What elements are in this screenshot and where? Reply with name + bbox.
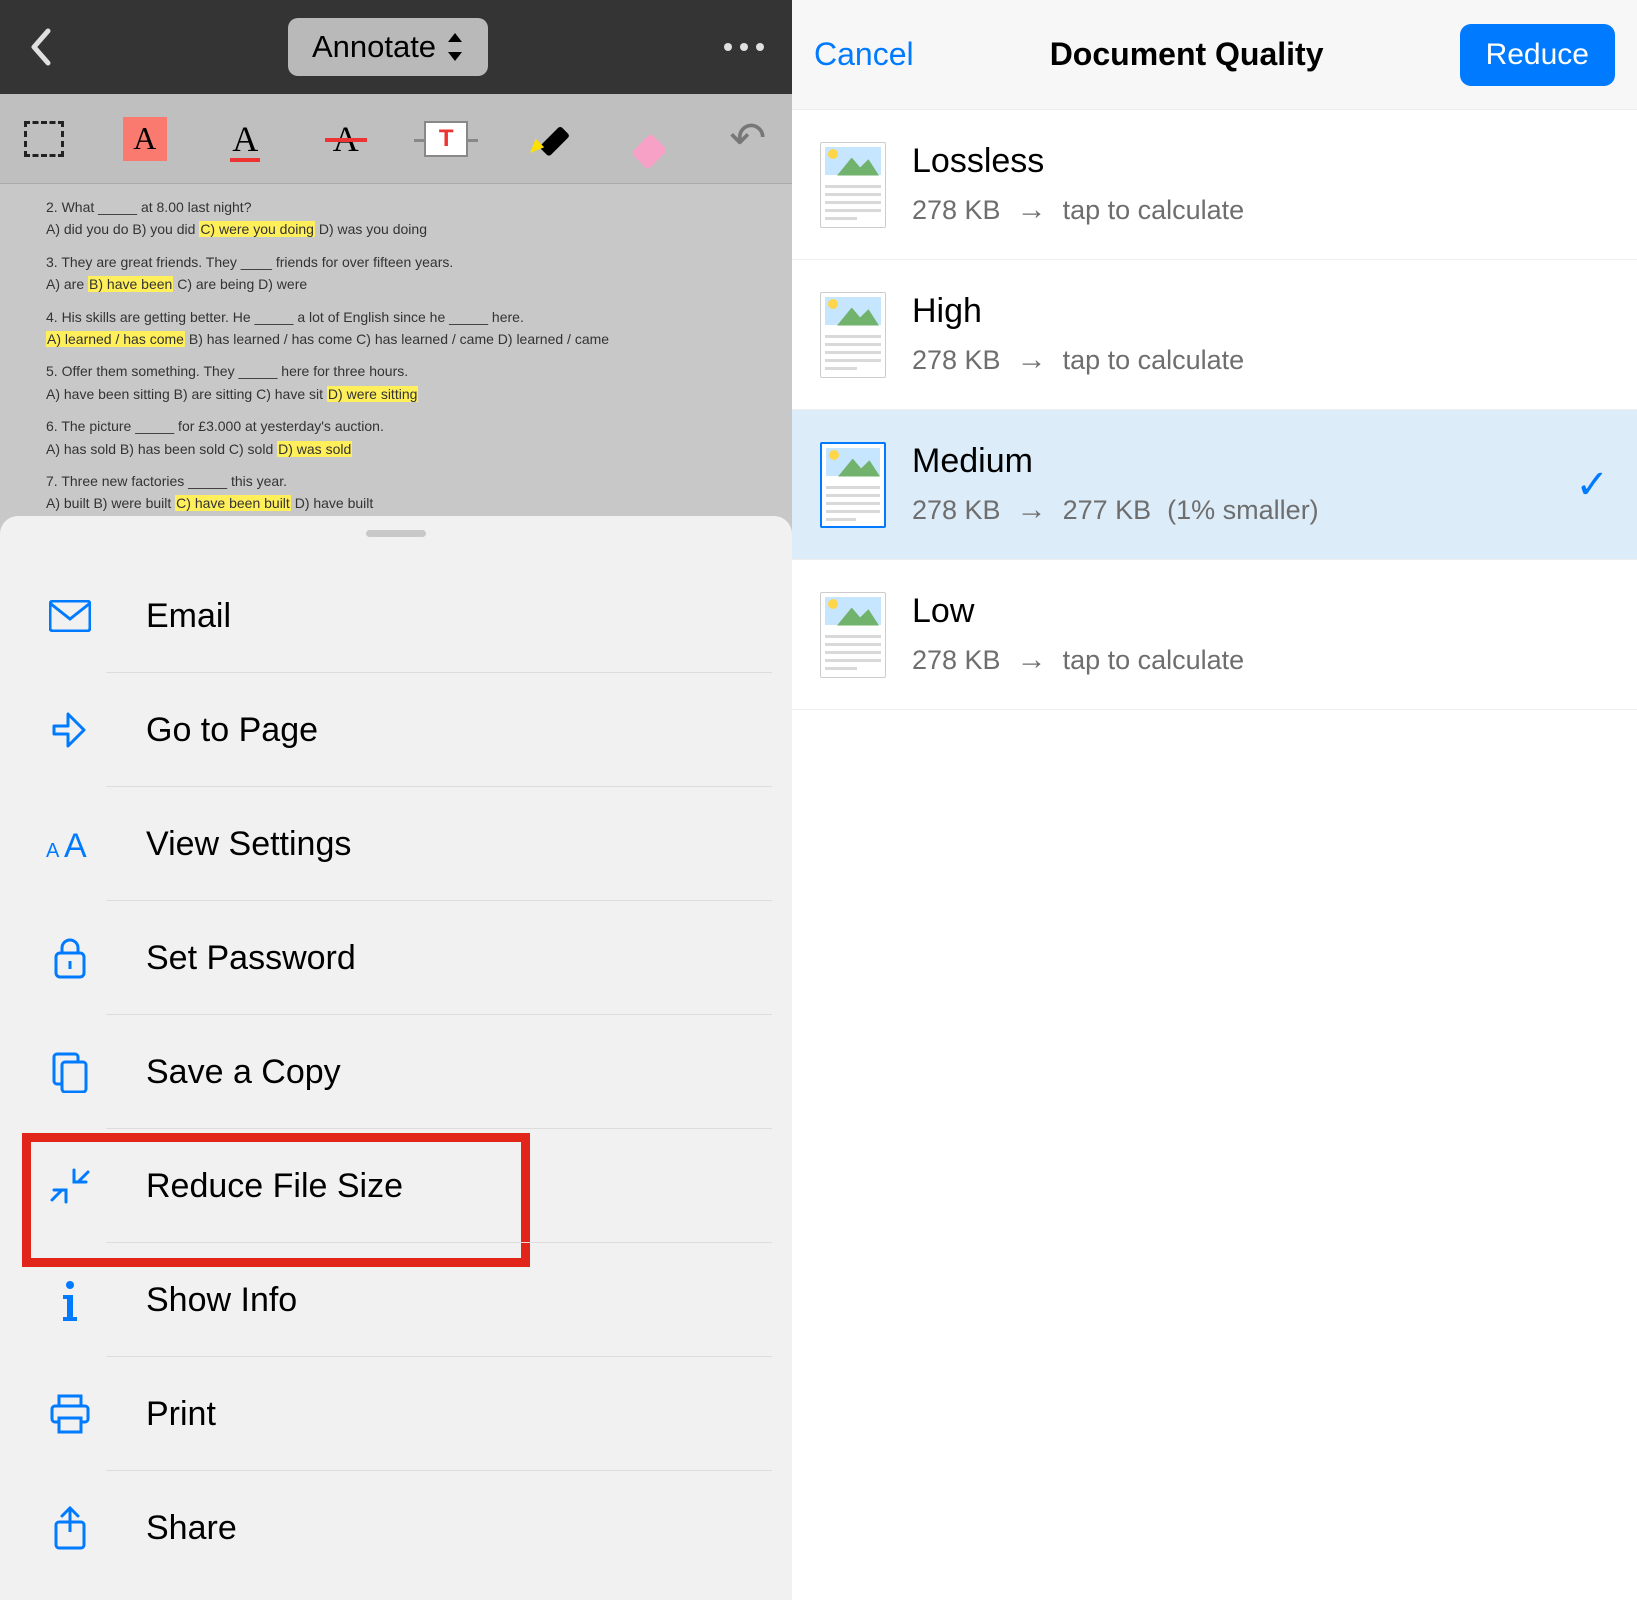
menu-label: Share bbox=[146, 1509, 237, 1548]
quality-name: High bbox=[912, 292, 1609, 331]
arrow-right-icon: → bbox=[1017, 643, 1047, 677]
back-icon[interactable] bbox=[28, 27, 52, 67]
print-icon bbox=[46, 1394, 94, 1434]
thumbnail-icon bbox=[820, 592, 886, 678]
share-icon bbox=[46, 1506, 94, 1550]
menu-label: Email bbox=[146, 597, 231, 636]
quality-list: Lossless 278 KB→tap to calculate High 27… bbox=[792, 110, 1637, 710]
quality-option-low[interactable]: Low 278 KB→tap to calculate bbox=[792, 560, 1637, 710]
actions-sheet: Email Go to Page AA View Settings Set Pa… bbox=[0, 516, 792, 1600]
menu-show-info[interactable]: Show Info bbox=[0, 1243, 792, 1357]
quality-sub: 278 KB→277 KB(1% smaller) bbox=[912, 493, 1609, 527]
svg-text:A: A bbox=[46, 840, 60, 861]
reduce-button[interactable]: Reduce bbox=[1460, 24, 1615, 86]
svg-text:A: A bbox=[64, 827, 87, 861]
menu-reduce-file-size[interactable]: Reduce File Size bbox=[0, 1129, 792, 1243]
text-size-icon: AA bbox=[46, 827, 94, 861]
menu-email[interactable]: Email bbox=[0, 559, 792, 673]
quality-name: Low bbox=[912, 592, 1609, 631]
menu-set-password[interactable]: Set Password bbox=[0, 901, 792, 1015]
chevron-updown-icon bbox=[446, 33, 464, 61]
mode-dropdown[interactable]: Annotate bbox=[288, 18, 488, 76]
menu-print[interactable]: Print bbox=[0, 1357, 792, 1471]
info-icon bbox=[46, 1279, 94, 1321]
page-title: Document Quality bbox=[1050, 36, 1324, 73]
strikethrough-icon[interactable]: A bbox=[324, 110, 369, 168]
check-icon: ✓ bbox=[1575, 462, 1609, 508]
quality-sub: 278 KB→tap to calculate bbox=[912, 643, 1609, 677]
thumbnail-icon bbox=[820, 142, 886, 228]
menu-label: Save a Copy bbox=[146, 1053, 341, 1092]
more-icon[interactable] bbox=[724, 43, 764, 51]
cancel-button[interactable]: Cancel bbox=[814, 36, 914, 73]
quality-header: Cancel Document Quality Reduce bbox=[792, 0, 1637, 110]
quality-option-lossless[interactable]: Lossless 278 KB→tap to calculate bbox=[792, 110, 1637, 260]
menu-label: Set Password bbox=[146, 939, 356, 978]
lock-icon bbox=[46, 937, 94, 979]
quality-sub: 278 KB→tap to calculate bbox=[912, 343, 1609, 377]
quality-name: Lossless bbox=[912, 142, 1609, 181]
thumbnail-icon bbox=[820, 292, 886, 378]
menu-goto-page[interactable]: Go to Page bbox=[0, 673, 792, 787]
menu-share[interactable]: Share bbox=[0, 1471, 792, 1585]
menu-label: Show Info bbox=[146, 1281, 297, 1320]
arrow-right-icon: → bbox=[1017, 193, 1047, 227]
annotate-toolbar: A A A T ↶ bbox=[0, 94, 792, 184]
arrow-right-icon: → bbox=[1017, 493, 1047, 527]
quality-option-medium[interactable]: Medium 278 KB→277 KB(1% smaller) ✓ bbox=[792, 410, 1637, 560]
quality-option-high[interactable]: High 278 KB→tap to calculate bbox=[792, 260, 1637, 410]
sheet-grabber[interactable] bbox=[366, 530, 426, 537]
pen-icon[interactable] bbox=[525, 110, 570, 168]
pdf-app-pane: Annotate A A A T ↶ 2. What _____ at 8.00… bbox=[0, 0, 792, 1600]
copy-icon bbox=[46, 1051, 94, 1093]
compress-icon bbox=[46, 1166, 94, 1206]
eraser-icon[interactable] bbox=[625, 110, 670, 168]
mail-icon bbox=[46, 600, 94, 632]
menu-label: Print bbox=[146, 1395, 216, 1434]
app-header: Annotate bbox=[0, 0, 792, 94]
goto-icon bbox=[46, 710, 94, 750]
menu-label: View Settings bbox=[146, 825, 351, 864]
undo-icon[interactable]: ↶ bbox=[726, 110, 771, 168]
menu-label: Go to Page bbox=[146, 711, 318, 750]
arrow-right-icon: → bbox=[1017, 343, 1047, 377]
menu-save-copy[interactable]: Save a Copy bbox=[0, 1015, 792, 1129]
quality-name: Medium bbox=[912, 442, 1609, 481]
highlight-text-icon[interactable]: A bbox=[123, 110, 168, 168]
select-tool-icon[interactable] bbox=[22, 110, 67, 168]
underline-icon[interactable]: A bbox=[223, 110, 268, 168]
quality-pane: Cancel Document Quality Reduce Lossless … bbox=[792, 0, 1637, 1600]
mode-label: Annotate bbox=[312, 29, 436, 65]
menu-label: Reduce File Size bbox=[146, 1167, 403, 1206]
quality-sub: 278 KB→tap to calculate bbox=[912, 193, 1609, 227]
thumbnail-icon bbox=[820, 442, 886, 528]
textbox-icon[interactable]: T bbox=[424, 110, 469, 168]
menu-view-settings[interactable]: AA View Settings bbox=[0, 787, 792, 901]
